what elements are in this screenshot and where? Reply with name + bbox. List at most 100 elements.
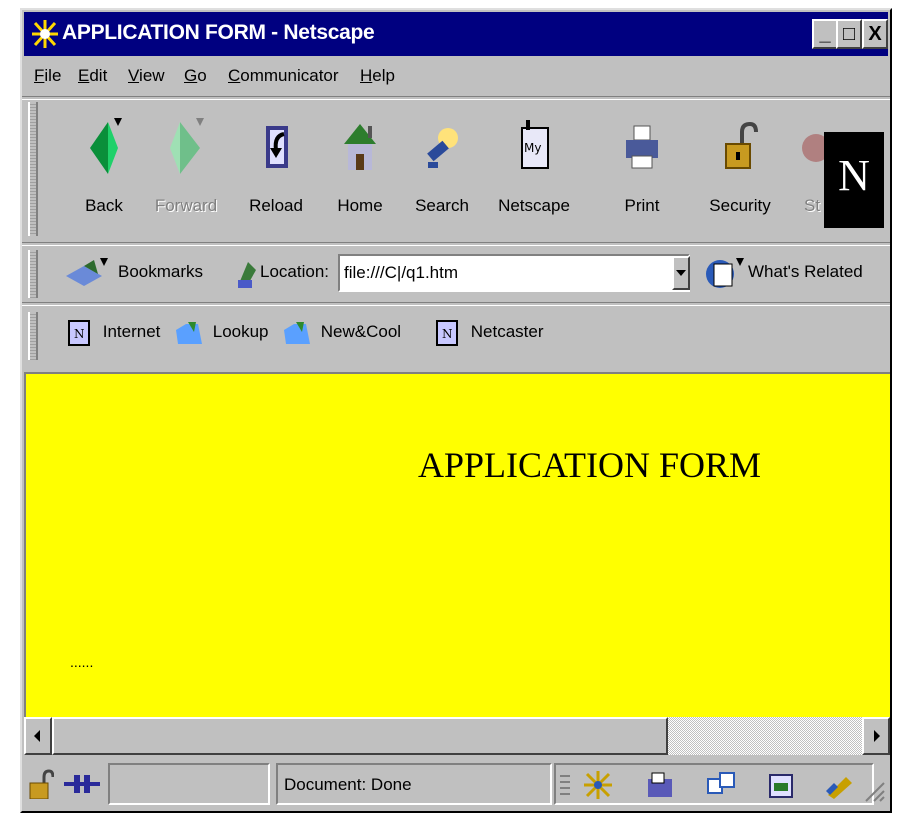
scroll-thumb[interactable] xyxy=(52,717,668,755)
security-label: Security xyxy=(709,196,771,215)
my-netscape-icon: My xyxy=(521,120,549,169)
personal-item-netcaster[interactable]: N Netcaster xyxy=(436,320,543,346)
menu-file[interactable]: File xyxy=(34,66,61,86)
home-label: Home xyxy=(337,196,383,215)
menu-edit-hotkey: E xyxy=(78,66,90,85)
composer-component-icon[interactable] xyxy=(824,771,858,799)
security-status-icon[interactable] xyxy=(28,769,54,799)
menu-communicator[interactable]: Communicator xyxy=(228,66,339,86)
personal-item-label: Lookup xyxy=(212,322,269,342)
menu-view-rest: iew xyxy=(139,66,165,85)
search-icon xyxy=(427,128,458,168)
menu-go[interactable]: Go xyxy=(184,66,207,86)
menu-view[interactable]: View xyxy=(128,66,165,86)
personal-item-internet[interactable]: N Internet xyxy=(68,320,160,346)
menu-edit-rest: dit xyxy=(89,66,108,85)
menu-bar: File Edit View Go Communicator Help xyxy=(24,60,888,94)
status-text: Document: Done xyxy=(284,775,412,794)
netscape-app-icon xyxy=(30,18,60,50)
home-button[interactable]: Home xyxy=(320,98,400,238)
close-button[interactable]: X xyxy=(862,19,888,49)
personal-item-lookup[interactable]: Lookup xyxy=(174,320,269,346)
status-text-panel: Document: Done xyxy=(276,763,552,805)
page-dots: ...... xyxy=(70,654,94,670)
folder-icon xyxy=(284,322,310,344)
page-heading: APPLICATION FORM xyxy=(418,445,762,485)
address-book-component-icon[interactable] xyxy=(766,771,796,799)
menu-communicator-hotkey: C xyxy=(228,66,241,85)
whats-related-icon[interactable] xyxy=(700,256,748,292)
forward-label: Forward xyxy=(154,196,218,215)
page-proxy-icon[interactable] xyxy=(234,258,260,290)
scroll-right-button[interactable] xyxy=(862,717,890,755)
location-label: Location: xyxy=(260,262,329,281)
chevron-down-icon xyxy=(676,270,686,276)
reload-icon xyxy=(266,126,288,168)
netscape-logo-letter: N xyxy=(838,151,870,200)
arrow-right-icon xyxy=(874,730,880,742)
menu-file-hotkey: F xyxy=(34,66,45,85)
maximize-button[interactable]: □ xyxy=(836,19,862,49)
personal-item-label: New&Cool xyxy=(320,322,402,342)
personal-toolbar-grip[interactable] xyxy=(28,312,38,360)
menu-file-rest: ile xyxy=(44,66,62,85)
minimize-button[interactable]: _ xyxy=(812,19,838,49)
netscape-label: Netscape xyxy=(498,196,570,215)
search-button[interactable]: Search xyxy=(402,98,482,238)
menu-help[interactable]: Help xyxy=(360,66,395,86)
netscape-page-icon: N xyxy=(436,320,458,346)
back-button[interactable]: Back xyxy=(64,98,144,238)
status-bar: Document: Done xyxy=(24,761,888,809)
whats-related-label[interactable]: What's Related xyxy=(748,262,863,282)
mailbox-component-icon[interactable] xyxy=(646,771,676,799)
menu-go-hotkey: G xyxy=(184,66,198,85)
page-content: APPLICATION FORM ...... xyxy=(24,372,890,717)
horizontal-scrollbar[interactable] xyxy=(24,717,890,755)
navigation-toolbar-grip[interactable] xyxy=(28,102,38,236)
print-label: Print xyxy=(624,196,660,215)
personal-toolbar: N Internet Lookup New&Cool N Netcaster xyxy=(24,306,888,366)
navigator-component-icon[interactable] xyxy=(582,769,616,801)
location-input[interactable]: file:///C|/q1.htm xyxy=(338,254,690,292)
discussions-component-icon[interactable] xyxy=(706,771,738,799)
netscape-page-icon: N xyxy=(68,320,90,346)
progress-panel xyxy=(108,763,270,805)
connection-status-icon xyxy=(64,775,100,793)
back-arrow-icon xyxy=(90,118,122,174)
component-bar xyxy=(554,763,874,805)
menu-help-rest: elp xyxy=(372,66,395,85)
personal-item-newcool[interactable]: New&Cool xyxy=(282,320,401,346)
svg-text:N: N xyxy=(442,327,453,341)
home-icon xyxy=(344,124,376,170)
window-title: APPLICATION FORM - Netscape xyxy=(62,21,375,44)
search-label: Search xyxy=(415,196,469,215)
location-dropdown-button[interactable] xyxy=(672,256,690,290)
arrow-left-icon xyxy=(34,730,40,742)
component-bar-grip[interactable] xyxy=(558,771,572,799)
bookmarks-icon[interactable] xyxy=(64,258,108,290)
resize-grip-icon[interactable] xyxy=(862,779,886,805)
location-toolbar: Bookmarks Location: file:///C|/q1.htm Wh… xyxy=(24,246,888,302)
forward-button[interactable]: Forward xyxy=(146,98,226,238)
menu-help-hotkey: H xyxy=(360,66,373,85)
location-toolbar-grip[interactable] xyxy=(28,250,38,298)
bookmarks-label[interactable]: Bookmarks xyxy=(118,262,203,282)
forward-arrow-icon xyxy=(170,118,204,174)
menu-communicator-rest: ommunicator xyxy=(240,66,339,85)
back-label: Back xyxy=(85,196,123,215)
menu-edit[interactable]: Edit xyxy=(78,66,107,86)
netscape-logo[interactable]: N xyxy=(824,132,884,228)
menu-view-hotkey: V xyxy=(128,66,140,85)
printer-icon xyxy=(626,125,658,169)
print-button[interactable]: Print xyxy=(602,98,682,238)
reload-button[interactable]: Reload xyxy=(236,98,316,238)
security-button[interactable]: Security xyxy=(700,98,780,238)
folder-icon xyxy=(176,322,202,344)
personal-item-label: Netcaster xyxy=(470,322,544,342)
title-bar[interactable]: APPLICATION FORM - Netscape _ □ X xyxy=(24,12,888,56)
netscape-button[interactable]: My Netscape xyxy=(494,98,574,238)
svg-text:My: My xyxy=(524,141,541,155)
navigation-toolbar: Back Forward Reload Home Search My Netsc… xyxy=(24,98,888,242)
scroll-left-button[interactable] xyxy=(24,717,52,755)
scroll-track[interactable] xyxy=(52,717,862,755)
